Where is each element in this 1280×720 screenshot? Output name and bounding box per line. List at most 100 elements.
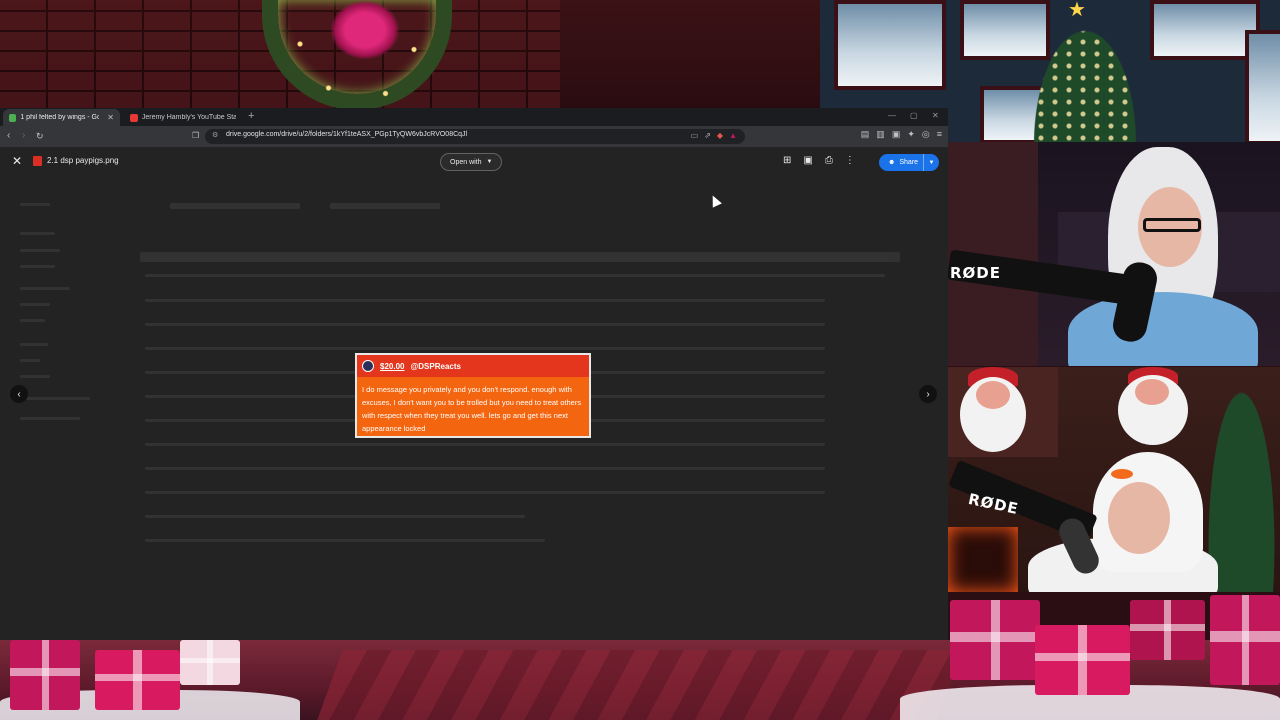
gift-box [1210, 595, 1280, 685]
chevron-down-icon: ▼ [486, 159, 493, 165]
sidebar-row [20, 359, 40, 362]
vpn-icon[interactable]: ◎ [922, 129, 930, 140]
reload-icon[interactable]: ↻ [36, 129, 44, 143]
open-with-button[interactable]: Open with ▼ [440, 153, 503, 171]
menu-icon[interactable]: ≡ [937, 129, 942, 140]
table-row [145, 515, 525, 518]
window-pane [1150, 0, 1260, 60]
table-header [145, 274, 885, 277]
gift-box [950, 600, 1040, 680]
share-label: Share [899, 159, 919, 166]
sidebar-row [20, 232, 55, 235]
share-page-icon[interactable]: ⇗ [704, 131, 711, 140]
leo-ai-icon[interactable]: ✦ [907, 129, 915, 140]
tab-close-icon[interactable]: ✕ [107, 113, 114, 122]
sidebar-icon[interactable]: ▥ [876, 129, 885, 140]
stream-scene: ★ RØDE RØDE 1 phil felted by wings - Go … [0, 0, 1280, 720]
donor-username: @DSPReacts [410, 361, 461, 371]
more-vertical-icon[interactable]: ⋮ [845, 155, 855, 166]
webcam-bottom: RØDE [948, 367, 1280, 592]
tab-title: 1 phil felted by wings - Google D [20, 114, 100, 121]
sidebar-row [20, 319, 45, 322]
gift-box [1130, 600, 1205, 660]
extension-icon[interactable]: ▤ [861, 129, 870, 140]
table-row [145, 323, 825, 326]
table-row [145, 467, 825, 470]
comment-icon[interactable]: ▣ [803, 155, 812, 166]
tab-strip: 1 phil felted by wings - Google D ✕ Jere… [0, 108, 948, 126]
gift-box [1035, 625, 1130, 695]
url-text: drive.google.com/drive/u/2/folders/1kYf1… [226, 131, 468, 138]
sidebar-row [20, 375, 50, 378]
rug [317, 650, 963, 720]
print-icon[interactable]: ⎙ [825, 155, 833, 166]
donation-alert: $20.00 @DSPReacts I do message you priva… [355, 353, 591, 438]
viewer-file-name: 2.1 dsp paypigs.png [47, 156, 119, 165]
window-close-icon[interactable]: ✕ [932, 111, 939, 120]
alert-header: $20.00 @DSPReacts [357, 355, 589, 377]
sidebar-row [20, 265, 55, 268]
donation-message: I do message you privately and you don't… [357, 377, 589, 436]
table-row [145, 443, 825, 446]
back-icon[interactable]: ‹ [7, 129, 10, 143]
webcam-top: RØDE [948, 142, 1280, 366]
drive-favicon-icon [9, 113, 17, 122]
tree-lights [1020, 0, 1150, 145]
donation-amount: $20.00 [380, 361, 405, 371]
stats-favicon-icon [130, 113, 138, 122]
bookmark-icon[interactable]: ❐ [192, 129, 199, 143]
next-file-button[interactable]: › [919, 385, 937, 403]
tab-drive[interactable]: 1 phil felted by wings - Google D ✕ [3, 109, 120, 126]
gift-box [95, 650, 180, 710]
share-button[interactable]: ☻ Share ▼ [879, 154, 939, 171]
brave-shield-icon[interactable]: ◆ [717, 131, 723, 140]
glasses [1143, 218, 1201, 232]
sidebar-row [20, 287, 70, 290]
maximize-icon[interactable]: ▢ [910, 111, 918, 120]
browser-toolbar: ‹ › ↻ ❐ ⚙ drive.google.com/drive/u/2/fol… [0, 126, 948, 147]
fireplace [948, 527, 1018, 592]
wallet-icon[interactable]: ▣ [892, 129, 901, 140]
sidebar-row [20, 397, 90, 400]
tree-star-icon: ★ [1068, 0, 1086, 21]
mic-brand-label: RØDE [950, 264, 1001, 282]
sidebar-row [20, 417, 80, 420]
sidebar-row [20, 249, 60, 252]
sidebar-row [20, 303, 50, 306]
previous-file-button[interactable]: ‹ [10, 385, 28, 403]
person-body [1068, 292, 1258, 366]
folder-path [170, 203, 300, 209]
rewards-icon[interactable]: ▲ [729, 131, 737, 140]
site-info-icon[interactable]: ⚙ [212, 131, 218, 139]
table-row [145, 491, 825, 494]
viewer-actions: ⊞ ▣ ⎙ ⋮ [783, 155, 855, 166]
viewer-header: ✕ 2.1 dsp paypigs.png Open with ▼ ⊞ ▣ ⎙ … [0, 147, 948, 177]
image-file-icon [33, 156, 42, 166]
wreath-bow [330, 0, 400, 60]
extension-icons: ▤ ▥ ▣ ✦ ◎ ≡ [861, 129, 942, 140]
forward-icon[interactable]: › [22, 129, 25, 143]
tab-youtube-stats[interactable]: Jeremy Hambly's YouTube Statistics [124, 109, 242, 126]
gift-box [180, 640, 240, 685]
share-dropdown-icon[interactable]: ▼ [923, 154, 939, 171]
sidebar-row [20, 343, 48, 346]
address-bar[interactable]: ⚙ drive.google.com/drive/u/2/folders/1kY… [205, 129, 745, 144]
gift-box [10, 640, 80, 710]
add-to-drive-icon[interactable]: ⊞ [783, 155, 791, 166]
folder-path [330, 203, 440, 209]
table-row [145, 539, 545, 542]
cast-icon[interactable]: ▭ [691, 131, 699, 140]
people-icon: ☻ [888, 159, 896, 166]
donor-avatar [362, 360, 374, 372]
share-main[interactable]: ☻ Share [879, 159, 923, 166]
open-with-label: Open with [450, 158, 482, 166]
close-viewer-icon[interactable]: ✕ [12, 154, 22, 168]
sidebar-row [20, 203, 50, 206]
new-tab-icon[interactable]: + [248, 111, 254, 122]
window-pane [834, 0, 946, 90]
snowman-nose [1111, 469, 1133, 479]
minimize-icon[interactable]: — [888, 111, 896, 120]
table-row [145, 347, 825, 350]
omnibox-actions: ▭ ⇗ ◆ ▲ [691, 131, 737, 140]
window-pane [1245, 30, 1280, 145]
